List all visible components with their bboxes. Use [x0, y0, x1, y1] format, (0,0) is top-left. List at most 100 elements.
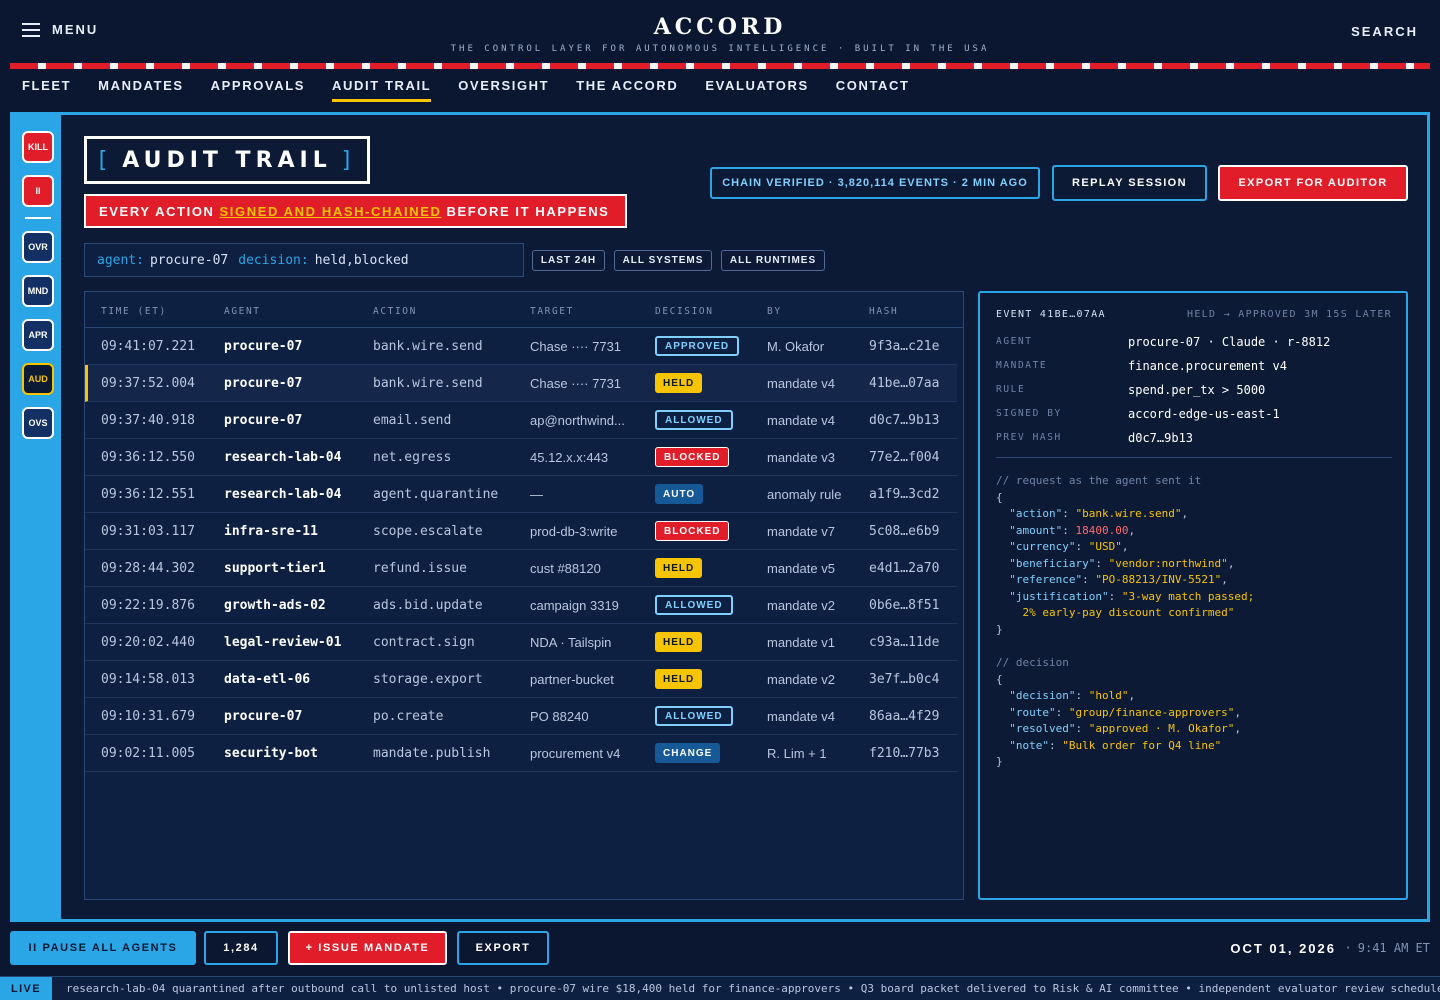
event-header: EVENT 41BE…07AA HELD → APPROVED 3M 15S L…	[996, 309, 1392, 320]
code-line: "currency": "USD",	[996, 539, 1254, 556]
nav-item-evaluators[interactable]: EVALUATORS	[705, 78, 808, 102]
code-comma: ,	[1221, 573, 1228, 586]
table-row[interactable]: 09:28:44.302 support-tier1 refund.issue cus…	[85, 550, 957, 587]
brand-tagline: THE CONTROL LAYER FOR AUTONOMOUS INTELLI…	[450, 44, 990, 54]
code-line: "beneficiary": "vendor:northwind",	[996, 556, 1254, 573]
code-colon: :	[1082, 573, 1096, 586]
cell-hash: e4d1…2a70	[869, 561, 940, 576]
cell-target: procurement v4	[530, 746, 621, 761]
decision-badge: ALLOWED	[655, 595, 733, 615]
live-badge: LIVE	[0, 977, 52, 1000]
cell-hash: 9f3a…c21e	[869, 339, 940, 354]
col-decision[interactable]: DECISION	[655, 306, 714, 317]
table-row[interactable]: 09:37:52.004 procure-07 bank.wire.send Chas…	[85, 365, 957, 402]
col-by[interactable]: BY	[767, 306, 782, 317]
cell-action: mandate.publish	[373, 746, 491, 761]
table-row[interactable]: 09:22:19.876 growth-ads-02 ads.bid.update c…	[85, 587, 957, 624]
table-row[interactable]: 09:02:11.005 security-bot mandate.publish p…	[85, 735, 957, 772]
col-target[interactable]: TARGET	[530, 306, 574, 317]
code-comma: ,	[1234, 705, 1242, 719]
table-row[interactable]: 09:36:12.551 research-lab-04 agent.quarant…	[85, 476, 957, 513]
col-action[interactable]: ACTION	[373, 306, 417, 317]
cell-target: prod-db-3:write	[530, 524, 618, 539]
table-row[interactable]: 09:36:12.550 research-lab-04 net.egress 45.…	[85, 439, 957, 476]
filter-query-input[interactable]: agent: procure-07 decision: held,blocked	[84, 243, 524, 277]
cell-time: 09:02:11.005	[101, 746, 195, 761]
table-row[interactable]: 09:14:58.013 data-etl-06 storage.export par…	[85, 661, 957, 698]
code-key: "amount"	[1009, 523, 1063, 537]
cell-target: Chase ···· 7731	[530, 339, 622, 354]
nav-item-oversight[interactable]: OVERSIGHT	[458, 78, 549, 102]
brand-name[interactable]: ACCORD	[0, 14, 1440, 40]
table-row[interactable]: 09:41:07.221 procure-07 bank.wire.send Chas…	[85, 328, 957, 365]
issue-mandate-button[interactable]: + ISSUE MANDATE	[288, 931, 447, 965]
cell-hash: f210…77b3	[869, 746, 940, 761]
cell-action: agent.quarantine	[373, 487, 499, 502]
export-for-auditor-button[interactable]: EXPORT FOR AUDITOR	[1218, 165, 1408, 201]
cell-action: net.egress	[373, 450, 452, 465]
nav-item-the-accord[interactable]: THE ACCORD	[576, 78, 678, 102]
table-row[interactable]: 09:20:02.440 legal-review-01 contract.sign…	[85, 624, 957, 661]
code-line: "action": "bank.wire.send",	[996, 506, 1254, 523]
subtitle-pre: EVERY ACTION	[99, 203, 215, 219]
chip-last-24h[interactable]: LAST 24H	[532, 250, 605, 271]
col-hash[interactable]: HASH	[869, 306, 898, 317]
rail-approvals-button[interactable]: APR	[22, 319, 54, 351]
main-nav: FLEET MANDATES APPROVALS AUDIT TRAIL OVE…	[22, 78, 910, 102]
code-colon: :	[1062, 523, 1076, 537]
rail-audit-button[interactable]: AUD	[22, 363, 54, 395]
rail-oversight-button[interactable]: OVS	[22, 407, 54, 439]
rail-mandates-button[interactable]: MND	[22, 275, 54, 307]
table-header: TIME (ET) AGENT ACTION TARGET DECISION B…	[85, 292, 963, 328]
kill-switch-button[interactable]: KILL	[22, 131, 54, 163]
export-button[interactable]: EXPORT	[457, 931, 549, 965]
replay-session-button[interactable]: REPLAY SESSION	[1052, 165, 1207, 201]
code-brace-open: {	[996, 490, 1003, 504]
cell-action: ads.bid.update	[373, 598, 483, 613]
pause-button[interactable]: II	[22, 175, 54, 207]
decision-badge: HELD	[655, 632, 703, 652]
pause-all-agents-button[interactable]: II PAUSE ALL AGENTS	[10, 931, 196, 965]
rail-overview-button[interactable]: OVR	[22, 231, 54, 263]
table-row[interactable]: 09:37:40.918 procure-07 email.send ap@north…	[85, 402, 957, 439]
filter-decision-key: decision:	[238, 252, 309, 268]
code-colon: :	[1075, 540, 1089, 553]
chain-verified-badge: CHAIN VERIFIED · 3,820,114 EVENTS · 2 MI…	[710, 167, 1040, 199]
decision-badge: HELD	[655, 558, 703, 578]
table-row[interactable]: 09:10:31.679 procure-07 po.create PO 88240 m…	[85, 698, 957, 735]
decision-badge: BLOCKED	[655, 447, 730, 467]
chip-all-runtimes[interactable]: ALL RUNTIMES	[721, 250, 825, 271]
code-key: "note"	[1009, 738, 1049, 752]
code-line-continued: 2% early-pay discount confirmed"	[996, 605, 1254, 622]
field-value: spend.per_tx > 5000	[1128, 383, 1266, 397]
cell-agent: security-bot	[224, 746, 318, 761]
code-value: "USD"	[1088, 540, 1122, 553]
nav-item-mandates[interactable]: MANDATES	[98, 78, 184, 102]
code-line: "decision": "hold",	[996, 688, 1241, 705]
cell-action: bank.wire.send	[373, 376, 483, 391]
code-key: "justification"	[1009, 589, 1109, 603]
table-row[interactable]: 09:31:03.117 infra-sre-11 scope.escalate pr…	[85, 513, 957, 550]
search-button[interactable]: SEARCH	[1351, 24, 1418, 39]
cell-by: mandate v2	[767, 672, 835, 687]
code-comma: ,	[1181, 507, 1189, 520]
cell-agent: research-lab-04	[224, 450, 342, 465]
cell-time: 09:20:02.440	[101, 635, 195, 650]
nav-item-approvals[interactable]: APPROVALS	[211, 78, 305, 102]
col-agent[interactable]: AGENT	[224, 306, 261, 317]
nav-item-audit-trail[interactable]: AUDIT TRAIL	[332, 78, 432, 102]
side-rail: KILL II OVR MND APR AUD OVS	[13, 115, 61, 919]
field-value: accord-edge-us-east-1	[1128, 407, 1280, 421]
nav-item-contact[interactable]: CONTACT	[836, 78, 910, 102]
code-line: "amount": 18400.00,	[996, 523, 1254, 540]
col-time[interactable]: TIME (ET)	[101, 306, 167, 317]
nav-item-fleet[interactable]: FLEET	[22, 78, 71, 102]
cell-hash: 0b6e…8f51	[869, 598, 940, 613]
request-payload-code: // request as the agent sent it { "action…	[996, 473, 1254, 638]
chip-all-systems[interactable]: ALL SYSTEMS	[614, 250, 712, 271]
decision-badge: BLOCKED	[655, 521, 730, 541]
agent-count-button[interactable]: 1,284	[204, 931, 278, 965]
cell-action: po.create	[373, 709, 444, 724]
